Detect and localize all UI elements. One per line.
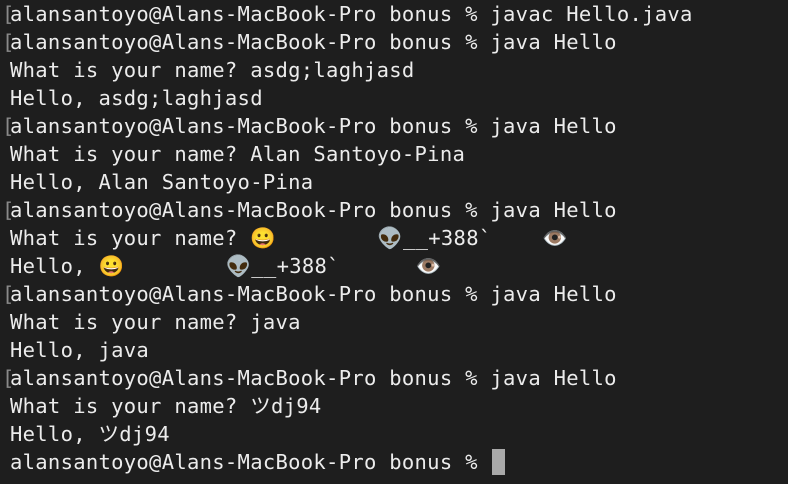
output-line-text: What is your name? ツdj94: [10, 394, 322, 418]
terminal-line: Hello, 😀 👽__+388` 👁️: [2, 252, 441, 280]
line-mark: [: [2, 30, 15, 54]
output-line-text: Hello, java: [10, 338, 150, 362]
text-cursor: [492, 449, 506, 475]
command-line-text: alansantoyo@Alans-MacBook-Pro bonus % ja…: [10, 198, 617, 222]
line-mark: [: [2, 114, 15, 138]
line-mark: [: [2, 366, 15, 390]
command-line-text: alansantoyo@Alans-MacBook-Pro bonus % ja…: [10, 114, 617, 138]
command-line-text: alansantoyo@Alans-MacBook-Pro bonus % ja…: [10, 282, 617, 306]
terminal-line: [alansantoyo@Alans-MacBook-Pro bonus % j…: [2, 28, 617, 56]
terminal-line: Hello, java: [2, 336, 149, 364]
command-line-text: alansantoyo@Alans-MacBook-Pro bonus % ja…: [10, 366, 617, 390]
output-line-text: Hello, ツdj94: [10, 422, 170, 446]
terminal-line: What is your name? ツdj94: [2, 392, 322, 420]
command-line-text: alansantoyo@Alans-MacBook-Pro bonus % ja…: [10, 2, 693, 26]
output-line-text: What is your name? java: [10, 310, 301, 334]
terminal-line: [alansantoyo@Alans-MacBook-Pro bonus % j…: [2, 280, 617, 308]
output-line-text: What is your name? 😀 👽__+388` 👁️: [10, 226, 568, 250]
output-line-text: Hello, Alan Santoyo-Pina: [10, 170, 314, 194]
line-mark: [: [2, 2, 15, 26]
terminal-line: What is your name? Alan Santoyo-Pina: [2, 140, 465, 168]
prompt-text: alansantoyo@Alans-MacBook-Pro bonus %: [10, 450, 491, 474]
line-mark: [: [2, 282, 15, 306]
terminal-line: What is your name? 😀 👽__+388` 👁️: [2, 224, 568, 252]
terminal-line: What is your name? java: [2, 308, 301, 336]
output-line-text: What is your name? Alan Santoyo-Pina: [10, 142, 466, 166]
output-line-text: What is your name? asdg;laghjasd: [10, 58, 415, 82]
terminal-line: [alansantoyo@Alans-MacBook-Pro bonus % j…: [2, 112, 617, 140]
terminal-line: What is your name? asdg;laghjasd: [2, 56, 415, 84]
line-mark: [: [2, 198, 15, 222]
terminal-window[interactable]: [alansantoyo@Alans-MacBook-Pro bonus % j…: [0, 0, 788, 484]
terminal-line: [alansantoyo@Alans-MacBook-Pro bonus % j…: [2, 196, 617, 224]
terminal-line: [alansantoyo@Alans-MacBook-Pro bonus % j…: [2, 0, 693, 28]
terminal-line: Hello, Alan Santoyo-Pina: [2, 168, 313, 196]
terminal-prompt-line[interactable]: alansantoyo@Alans-MacBook-Pro bonus %: [2, 448, 506, 476]
output-line-text: Hello, 😀 👽__+388` 👁️: [10, 254, 442, 278]
output-line-text: Hello, asdg;laghjasd: [10, 86, 263, 110]
terminal-line: Hello, ツdj94: [2, 420, 170, 448]
terminal-line: Hello, asdg;laghjasd: [2, 84, 263, 112]
terminal-line: [alansantoyo@Alans-MacBook-Pro bonus % j…: [2, 364, 617, 392]
command-line-text: alansantoyo@Alans-MacBook-Pro bonus % ja…: [10, 30, 617, 54]
